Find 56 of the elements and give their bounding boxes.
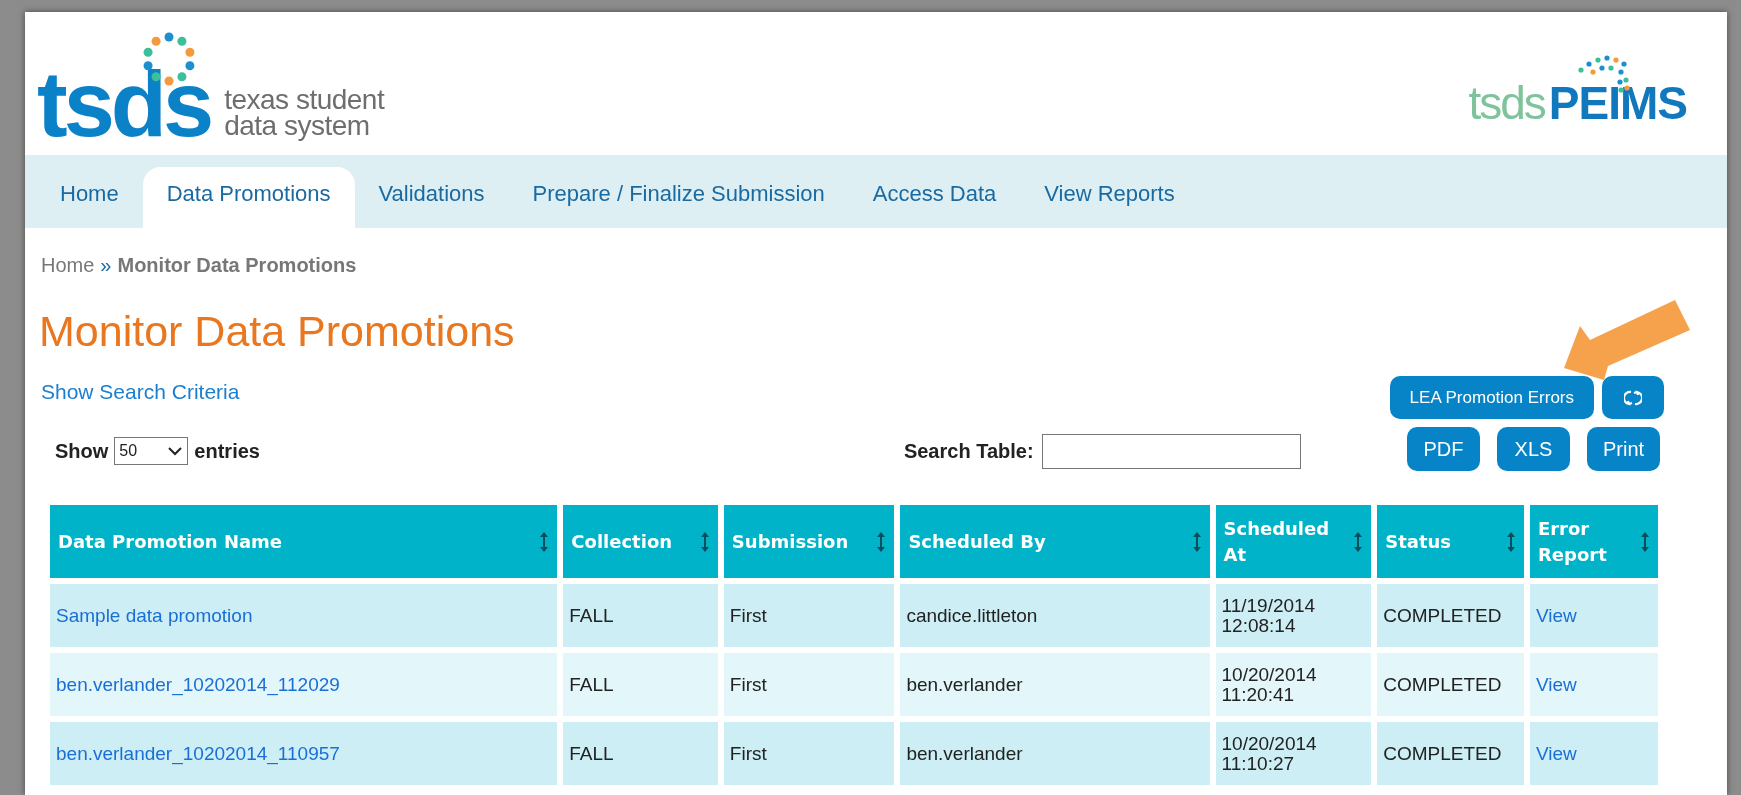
breadcrumb-current: Monitor Data Promotions [117, 253, 357, 278]
breadcrumb-separator: » [100, 253, 112, 278]
search-label: Search Table: [903, 439, 1034, 464]
column-header[interactable]: Scheduled At [1215, 505, 1372, 578]
export-button[interactable]: XLS [1497, 427, 1570, 471]
column-header[interactable]: Collection [563, 505, 718, 578]
table-cell: COMPLETED [1377, 653, 1524, 716]
search-criteria-link[interactable]: Show Search Criteria [41, 376, 240, 408]
nav-tab[interactable]: Home [36, 167, 143, 228]
column-header[interactable]: Submission [723, 505, 895, 578]
table-link[interactable]: View [1529, 653, 1658, 716]
logo-tagline: data system [224, 112, 371, 139]
table-link[interactable]: View [1529, 722, 1658, 785]
table-link[interactable]: ben.verlander_10202014_110957 [50, 722, 558, 785]
product-logo-prefix: tsds [1468, 79, 1545, 126]
product-logo-name: PEIMS [1548, 79, 1687, 126]
nav-tab[interactable]: Access Data [848, 167, 1021, 228]
table-cell: 11/19/2014 12:08:14 [1215, 584, 1372, 647]
nav-tab[interactable]: View Reports [1020, 167, 1199, 228]
column-header[interactable]: Status [1377, 505, 1524, 578]
nav-tab[interactable]: Data Promotions [142, 167, 355, 228]
column-header[interactable]: Scheduled By [900, 505, 1210, 578]
logo-wordmark: tsds [37, 66, 211, 141]
table-cell: ben.verlander [900, 722, 1210, 785]
table-cell: First [723, 653, 895, 716]
table-link[interactable]: ben.verlander_10202014_112029 [50, 653, 558, 716]
table-cell: ben.verlander [900, 653, 1210, 716]
table-cell: FALL [563, 653, 718, 716]
chevron-down-icon [167, 446, 184, 456]
column-header[interactable]: Data Promotion Name [50, 505, 558, 578]
table-cell: COMPLETED [1377, 722, 1524, 785]
export-button[interactable]: Print [1587, 427, 1660, 471]
column-header[interactable]: Error Report [1529, 505, 1658, 578]
show-label: Show [55, 439, 109, 464]
table-cell: First [723, 584, 895, 647]
logo-tagline: texas student [224, 86, 385, 113]
table-cell: FALL [563, 584, 718, 647]
table-link[interactable]: Sample data promotion [50, 584, 558, 647]
table-cell: COMPLETED [1377, 584, 1524, 647]
nav-tab[interactable]: Prepare / Finalize Submission [508, 167, 849, 228]
table-cell: candice.littleton [900, 584, 1210, 647]
refresh-button[interactable] [1602, 376, 1664, 419]
table-cell: FALL [563, 722, 718, 785]
lea-errors-button[interactable]: LEA Promotion Errors [1389, 376, 1594, 419]
page-title: Monitor Data Promotions [39, 306, 516, 356]
breadcrumb-link[interactable]: Home [41, 250, 95, 280]
nav-tab[interactable]: Validations [354, 167, 509, 228]
table-cell: First [723, 722, 895, 785]
search-field[interactable] [1041, 433, 1301, 469]
export-button[interactable]: PDF [1407, 427, 1480, 471]
entries-label: entries [194, 439, 260, 464]
table-link[interactable]: View [1529, 584, 1658, 647]
refresh-icon [1624, 388, 1642, 407]
table-cell: 10/20/2014 11:20:41 [1215, 653, 1372, 716]
page-length-select[interactable]: 50 [114, 437, 189, 465]
table-cell: 10/20/2014 11:10:27 [1215, 722, 1372, 785]
